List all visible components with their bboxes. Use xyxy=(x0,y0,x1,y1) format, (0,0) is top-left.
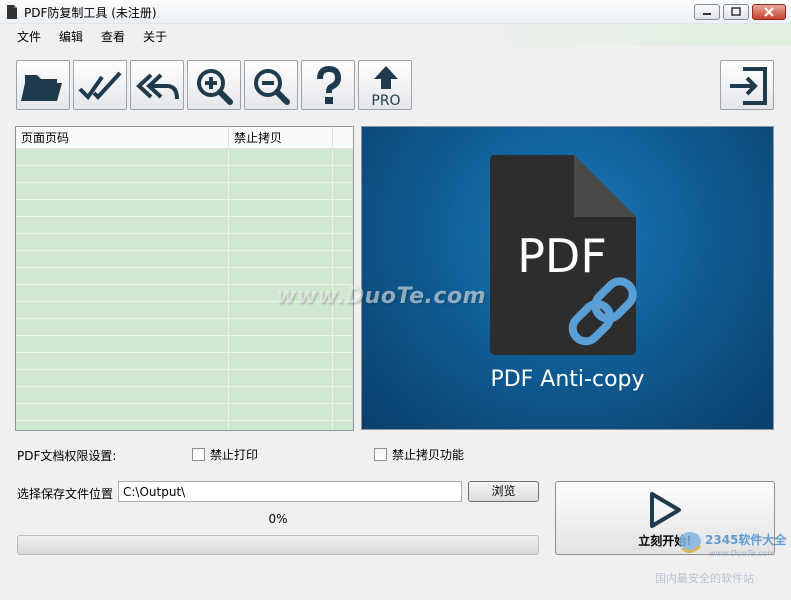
disable-print-option[interactable]: 禁止打印 xyxy=(192,446,258,462)
zoom-in-button[interactable] xyxy=(187,60,241,110)
preview-caption: PDF Anti-copy xyxy=(490,367,645,392)
folder-open-icon xyxy=(21,75,62,101)
disable-copy-option[interactable]: 禁止拷贝功能 xyxy=(374,446,464,462)
undo-all-button[interactable] xyxy=(130,60,184,110)
disable-copy-label: 禁止拷贝功能 xyxy=(392,448,465,462)
zoom-out-button[interactable] xyxy=(244,60,298,110)
menu-about[interactable]: 关于 xyxy=(143,28,167,45)
title-bar: PDF防复制工具 (未注册) xyxy=(0,0,791,24)
reply-all-icon xyxy=(136,73,179,100)
menu-edit[interactable]: 编辑 xyxy=(59,28,83,45)
browse-button[interactable]: 浏览 xyxy=(468,481,539,502)
pro-upgrade-icon: PRO xyxy=(371,66,401,109)
progress-text: 0% xyxy=(268,512,288,526)
window-title: PDF防复制工具 (未注册) xyxy=(24,6,157,20)
column-header-filler xyxy=(333,127,353,149)
watermark: www.DuoTe.com xyxy=(276,284,486,309)
upgrade-pro-button[interactable]: PRO xyxy=(358,60,412,110)
close-icon xyxy=(764,7,774,17)
brand-logo-text: 2345软件大全 xyxy=(705,532,787,547)
menu-bar: 文件 编辑 查看 关于 xyxy=(0,24,791,46)
disable-print-checkbox[interactable] xyxy=(192,448,205,461)
close-button[interactable] xyxy=(752,4,786,20)
disable-copy-checkbox[interactable] xyxy=(374,448,387,461)
minimize-icon xyxy=(703,13,711,15)
menu-view[interactable]: 查看 xyxy=(101,28,125,45)
open-file-button[interactable] xyxy=(16,60,70,110)
menu-file[interactable]: 文件 xyxy=(17,28,41,45)
help-button[interactable] xyxy=(301,60,355,110)
help-icon xyxy=(317,65,342,104)
brand-logo: 2345软件大全 www.DuoTe.com xyxy=(679,532,787,558)
zoom-in-icon xyxy=(197,69,233,105)
progress-bar xyxy=(17,535,539,555)
brand-url: www.DuoTe.com xyxy=(709,549,775,558)
list-header: 页面页码 禁止拷贝 xyxy=(16,127,353,149)
save-location-label: 选择保存文件位置 xyxy=(17,487,114,501)
minimize-button[interactable] xyxy=(694,4,720,20)
output-path-input[interactable] xyxy=(118,481,462,502)
column-header-no-copy[interactable]: 禁止拷贝 xyxy=(229,127,333,149)
preview-panel: PDF PDF Anti-copy xyxy=(361,126,774,430)
permissions-label: PDF文档权限设置: xyxy=(17,449,117,463)
maximize-icon xyxy=(731,7,741,16)
disable-print-label: 禁止打印 xyxy=(210,448,259,462)
column-header-page[interactable]: 页面页码 xyxy=(16,127,229,149)
pdf-label: PDF xyxy=(517,229,607,283)
exit-button[interactable] xyxy=(720,60,774,110)
select-all-button[interactable] xyxy=(73,60,127,110)
exit-icon xyxy=(730,67,767,105)
brand-caption: 国内最安全的软件站 xyxy=(655,572,754,585)
page-list[interactable]: 页面页码 禁止拷贝 xyxy=(15,126,354,431)
maximize-button[interactable] xyxy=(723,4,749,20)
app-icon xyxy=(7,5,17,19)
double-check-icon xyxy=(78,71,122,101)
zoom-out-icon xyxy=(254,69,290,105)
pro-label: PRO xyxy=(371,93,400,109)
play-icon xyxy=(650,492,681,528)
